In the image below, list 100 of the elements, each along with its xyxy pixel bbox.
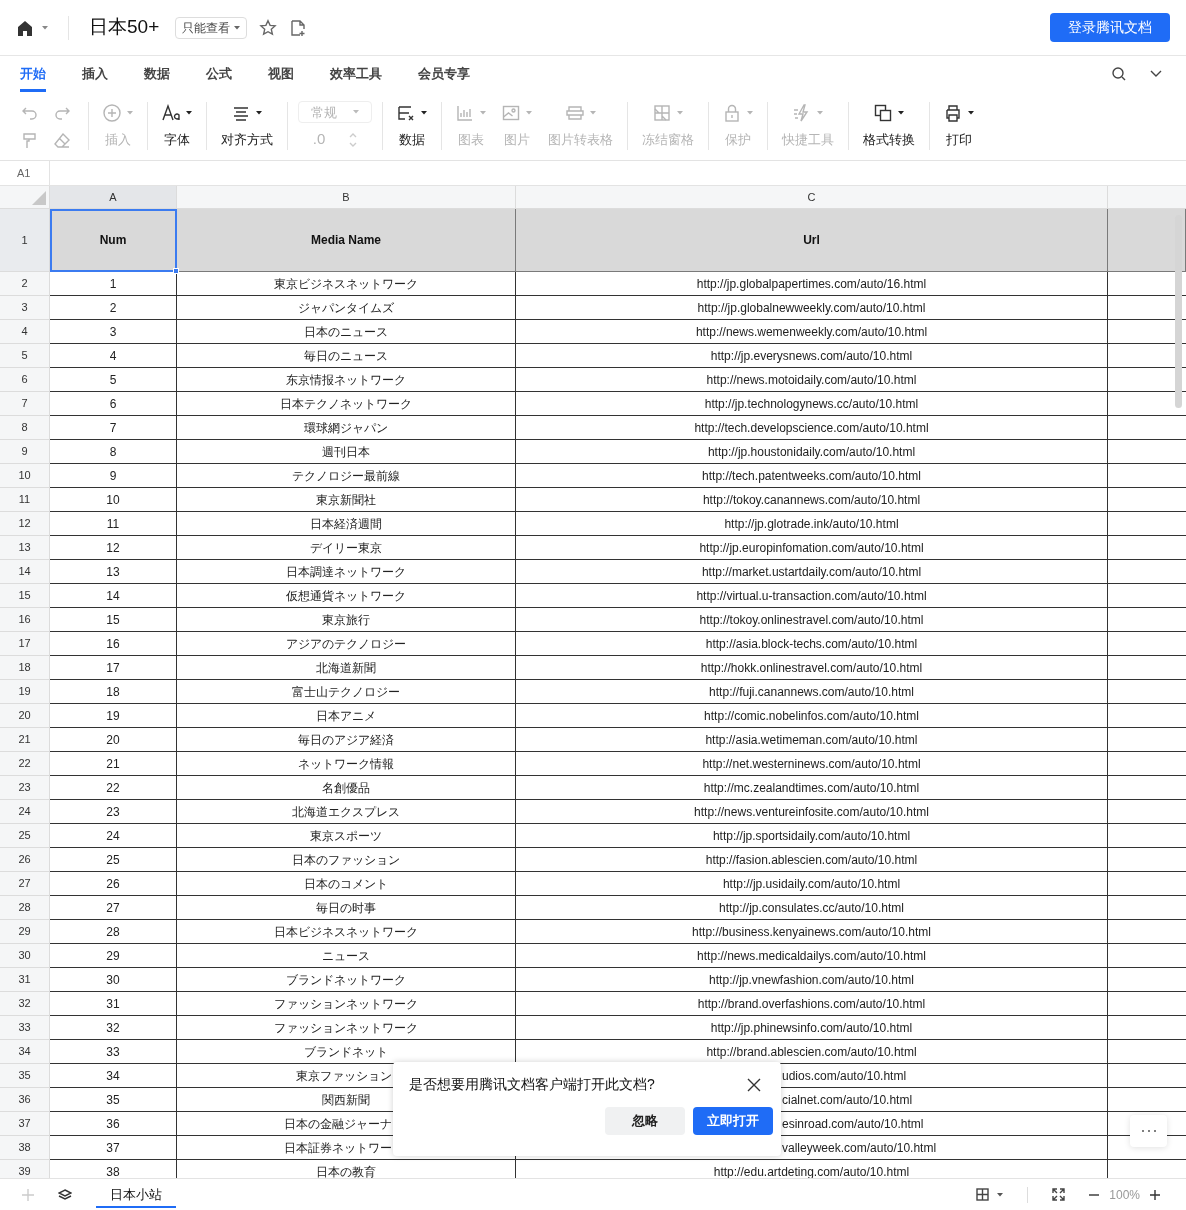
document-title: 日本50+ (89, 15, 160, 40)
table-cell: 東京スポーツ (177, 824, 516, 848)
table-cell: 36 (50, 1112, 177, 1136)
column-header[interactable]: A (50, 186, 177, 208)
caret-icon (256, 110, 262, 115)
row-number: 3 (0, 296, 50, 320)
toolbar-button[interactable]: 打印 (940, 102, 978, 150)
add-icon (103, 103, 121, 122)
caret-icon (968, 110, 974, 115)
table-cell: http://jp.technologynews.cc/auto/10.html (516, 392, 1108, 416)
freeze-grid-icon (653, 103, 671, 122)
toolbar-button[interactable]: 对齐方式 (217, 102, 277, 150)
table-cell: http://jp.usidaily.com/auto/10.html (516, 872, 1108, 896)
dialog-button[interactable]: 忽略 (605, 1107, 685, 1135)
table-cell: http://jp.houstonidaily.com/auto/10.html (516, 440, 1108, 464)
table-cell: 日本の教育 (177, 1160, 516, 1178)
table-cell: 毎日の时事 (177, 896, 516, 920)
zoom-in-icon[interactable] (1150, 1189, 1160, 1200)
grid-view-icon[interactable] (976, 1188, 990, 1201)
table-cell: 富士山テクノロジー (177, 680, 516, 704)
table-cell: 週刊日本 (177, 440, 516, 464)
table-cell: http://news.ventureinfosite.com/auto/10.html (516, 800, 1108, 824)
login-button[interactable]: 登录腾讯文档 (1050, 13, 1170, 42)
dialog-button[interactable]: 立即打开 (693, 1107, 773, 1135)
row-number: 5 (0, 344, 50, 368)
table-cell: http://net.westerninews.com/auto/10.html (516, 752, 1108, 776)
table-cell: 37 (50, 1136, 177, 1160)
ribbon-tab[interactable]: 公式 (206, 56, 232, 92)
row-number: 30 (0, 944, 50, 968)
caret-icon (421, 110, 427, 115)
table-cell: 27 (50, 896, 177, 920)
row-number: 19 (0, 680, 50, 704)
table-cell: 11 (50, 512, 177, 536)
ribbon-tab[interactable]: 视图 (268, 56, 294, 92)
toolbar-button[interactable]: 数据 (393, 102, 431, 150)
add-file-icon[interactable] (289, 18, 308, 37)
table-cell: http://comic.nobelinfos.com/auto/10.html (516, 704, 1108, 728)
caret-icon (42, 25, 48, 30)
table-cell: http://tokoy.onlinestravel.com/auto/10.html (516, 608, 1108, 632)
table-cell: 東京旅行 (177, 608, 516, 632)
name-box[interactable]: A1 (0, 161, 50, 185)
row-number: 17 (0, 632, 50, 656)
row-number: 33 (0, 1016, 50, 1040)
table-cell: http://business.kenyainews.com/auto/10.html (516, 920, 1108, 944)
fullscreen-icon[interactable] (1052, 1188, 1066, 1201)
data-icon (397, 103, 415, 122)
row-number: 8 (0, 416, 50, 440)
table-cell: 23 (50, 800, 177, 824)
font-icon (162, 103, 180, 122)
table-cell: 15 (50, 608, 177, 632)
ribbon-tab[interactable]: 会员专享 (418, 56, 470, 92)
table-cell: 6 (50, 392, 177, 416)
row-number: 14 (0, 560, 50, 584)
table-cell: 日本のコメント (177, 872, 516, 896)
table-cell: 日本ビジネスネットワーク (177, 920, 516, 944)
search-icon[interactable] (1112, 67, 1126, 81)
scrollbar[interactable] (1175, 215, 1182, 408)
column-header[interactable]: B (177, 186, 516, 208)
star-icon[interactable] (259, 18, 278, 37)
ribbon-tab[interactable]: 开始 (20, 56, 46, 92)
table-cell: 32 (50, 1016, 177, 1040)
toolbar-button[interactable]: 字体 (158, 102, 196, 150)
table-cell: 26 (50, 872, 177, 896)
ribbon-tab[interactable]: 效率工具 (330, 56, 382, 92)
ribbon-tab[interactable]: 插入 (82, 56, 108, 92)
caret-icon (480, 110, 486, 115)
table-cell: 7 (50, 416, 177, 440)
close-icon[interactable] (747, 1077, 761, 1092)
home-icon[interactable] (16, 18, 34, 37)
ribbon-tab[interactable]: 数据 (144, 56, 170, 92)
row-number: 35 (0, 1064, 50, 1088)
chevron-down-icon[interactable] (1150, 70, 1162, 78)
table-cell: アジアのテクノロジー (177, 632, 516, 656)
layers-icon[interactable] (58, 1188, 72, 1201)
table-cell: 9 (50, 464, 177, 488)
table-cell: http://virtual.u-transaction.com/auto/10.html (516, 584, 1108, 608)
table-cell: 28 (50, 920, 177, 944)
row-number: 24 (0, 800, 50, 824)
caret-icon (526, 110, 532, 115)
caret-icon (127, 110, 133, 115)
permission-dropdown[interactable]: 只能查看 (175, 16, 248, 39)
row-number: 28 (0, 896, 50, 920)
toolbar-button[interactable]: 格式转换 (859, 102, 919, 150)
table-cell: 日本のファッション (177, 848, 516, 872)
table-cell: http://jp.phinewsinfo.com/auto/10.html (516, 1016, 1108, 1040)
table-cell: http://news.medicaldailys.com/auto/10.html (516, 944, 1108, 968)
caret-icon (353, 110, 359, 115)
image-icon (502, 103, 520, 122)
caret-icon (677, 110, 683, 115)
table-cell: http://fuji.canannews.com/auto/10.html (516, 680, 1108, 704)
table-cell: http://news.motoidaily.com/auto/10.html (516, 368, 1108, 392)
column-header[interactable]: C (516, 186, 1108, 208)
table-cell: 環球網ジャパン (177, 416, 516, 440)
table-cell: http://jp.vnewfashion.com/auto/10.html (516, 968, 1108, 992)
table-cell: 日本調達ネットワーク (177, 560, 516, 584)
zoom-level: 100% (1109, 1186, 1140, 1204)
row-number: 36 (0, 1088, 50, 1112)
table-cell: http://jp.sportsidaily.com/auto/10.html (516, 824, 1108, 848)
table-cell: 5 (50, 368, 177, 392)
table-cell: 东京情报ネットワーク (177, 368, 516, 392)
